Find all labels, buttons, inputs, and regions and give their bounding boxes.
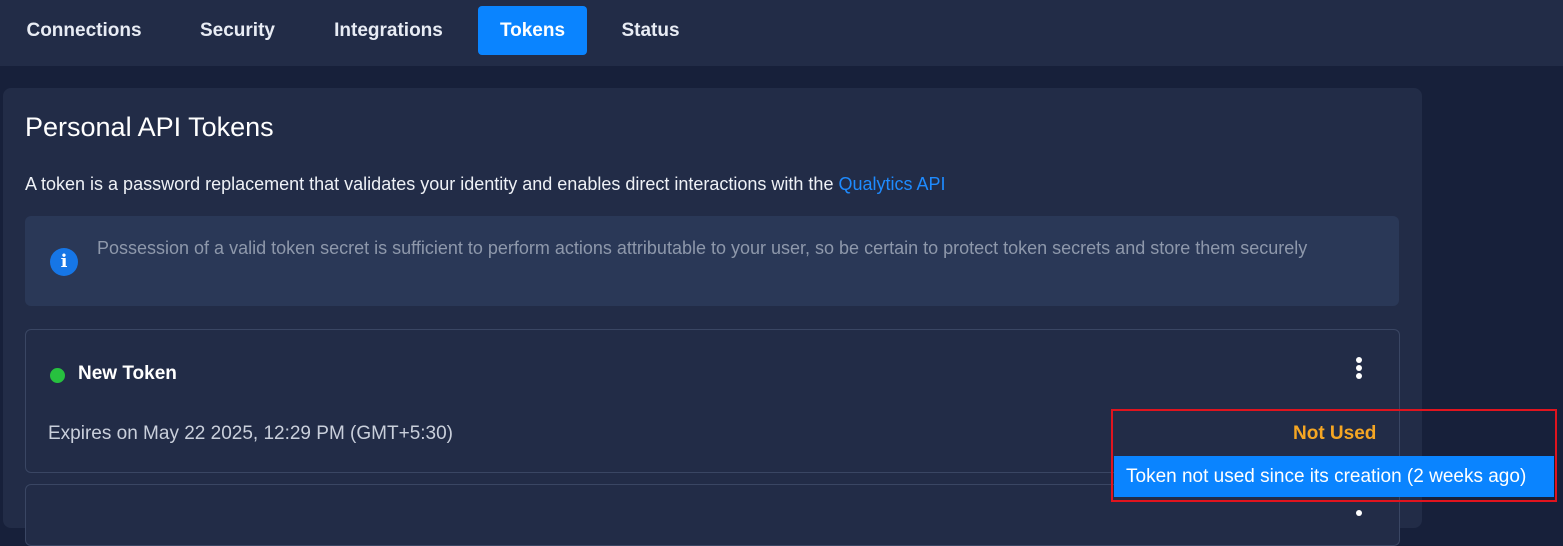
tab-tokens[interactable]: Tokens <box>478 6 587 55</box>
section-description: A token is a password replacement that v… <box>25 174 946 195</box>
token-expiry: Expires on May 22 2025, 12:29 PM (GMT+5:… <box>48 423 454 444</box>
tab-status[interactable]: Status <box>603 6 698 55</box>
more-vertical-icon[interactable] <box>1350 357 1368 385</box>
page-title: Personal API Tokens <box>25 112 274 142</box>
tab-connections[interactable]: Connections <box>8 6 160 55</box>
tab-security[interactable]: Security <box>180 6 295 55</box>
highlight-box <box>1111 409 1557 502</box>
status-dot <box>50 368 65 383</box>
more-vertical-icon[interactable] <box>1350 510 1368 516</box>
tab-integrations[interactable]: Integrations <box>315 6 462 55</box>
description-text: A token is a password replacement that v… <box>25 174 839 194</box>
token-name: New Token <box>78 363 177 384</box>
top-nav-bar: Connections Security Integrations Tokens… <box>0 0 1563 66</box>
info-alert-text: Possession of a valid token secret is su… <box>97 238 1308 258</box>
info-icon: i <box>50 248 78 276</box>
qualytics-api-link[interactable]: Qualytics API <box>838 174 945 194</box>
